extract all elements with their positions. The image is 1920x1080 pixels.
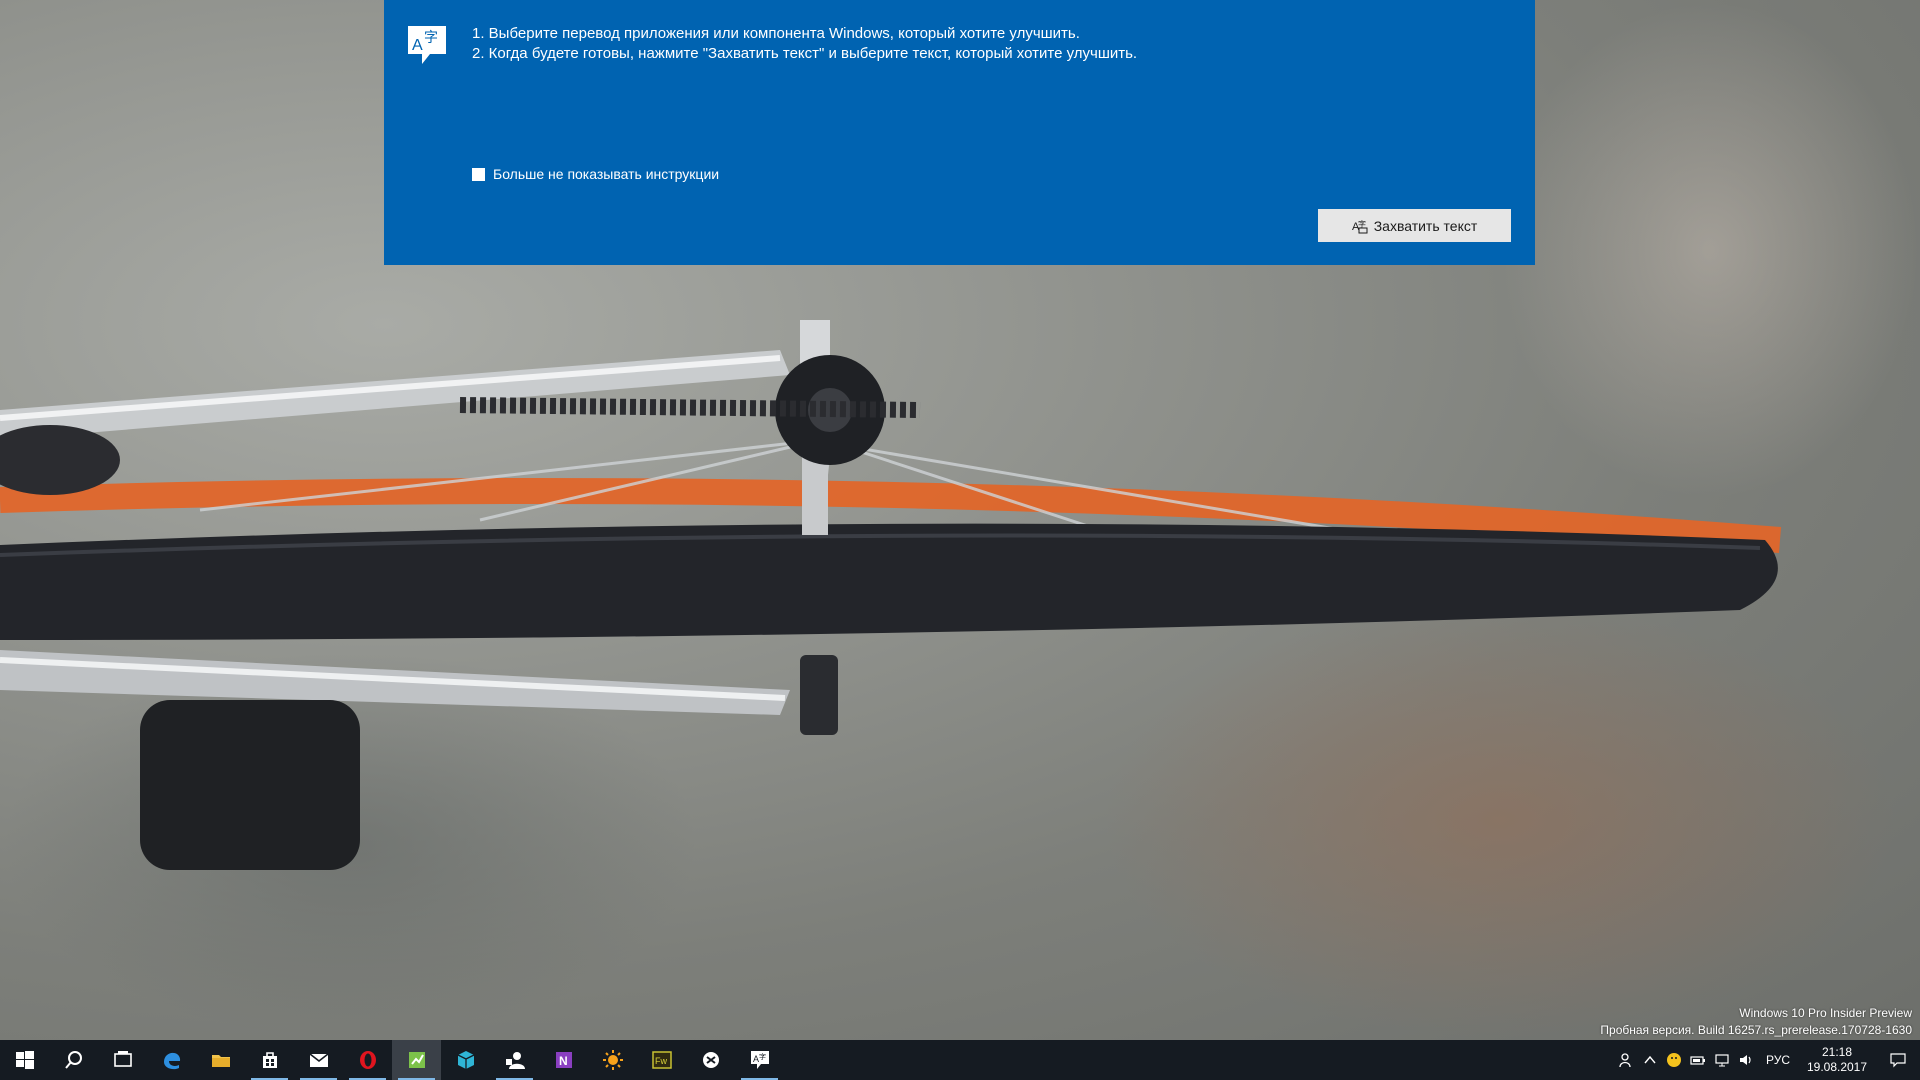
taskbar-app-fireworks[interactable]: Fw [637,1040,686,1080]
edge-icon [163,1052,180,1070]
taskbar-app-onenote[interactable]: N [539,1040,588,1080]
store-icon [262,1052,277,1068]
search-button[interactable] [49,1040,98,1080]
svg-text:字: 字 [759,1052,766,1061]
taskbar-app-mail[interactable] [294,1040,343,1080]
translate-icon: A 字 [406,24,448,66]
instruction-step-1: 1. Выберите перевод приложения или компо… [472,25,1080,42]
chevron-up-icon [1644,1055,1656,1064]
build-watermark: Windows 10 Pro Insider Preview Пробная в… [1600,1005,1912,1039]
capture-text-button[interactable]: A 字 Захватить текст [1318,209,1511,242]
show-hidden-icons-button[interactable] [1638,1040,1662,1080]
svg-text:N: N [559,1054,568,1068]
taskbar-app-snip[interactable] [686,1040,735,1080]
people-app-icon [505,1052,525,1069]
clock-date: 19.08.2017 [1806,1060,1868,1074]
taskbar-app-spreadsheet[interactable] [392,1040,441,1080]
dont-show-instructions-label[interactable]: Больше не показывать инструкции [493,166,719,182]
snip-app-icon [702,1052,719,1068]
clock[interactable]: 21:18 19.08.2017 [1798,1045,1876,1075]
task-view-icon [113,1051,132,1067]
taskbar-app-translator[interactable]: A字 [735,1040,784,1080]
dont-show-instructions-option[interactable]: Больше не показывать инструкции [472,166,719,182]
translator-app-icon: A字 [750,1051,769,1069]
start-button[interactable] [0,1040,49,1080]
people-tray-button[interactable] [1614,1040,1638,1080]
action-center-button[interactable] [1876,1040,1920,1080]
file-explorer-icon [211,1055,230,1067]
network-icon [1715,1054,1729,1067]
taskbar: N Fw A字 РУС 21:18 19.08.2017 [0,1040,1920,1080]
translator-instructions-panel: A 字 1. Выберите перевод приложения или к… [384,0,1535,265]
battery-button[interactable] [1686,1040,1710,1080]
taskbar-app-store[interactable] [245,1040,294,1080]
system-tray: РУС 21:18 19.08.2017 [1614,1040,1920,1080]
spreadsheet-app-icon [408,1052,425,1068]
task-view-button[interactable] [98,1040,147,1080]
volume-icon [1739,1055,1751,1065]
emoji-app-icon [1666,1053,1681,1067]
opera-icon [359,1051,376,1069]
taskbar-app-opera[interactable] [343,1040,392,1080]
battery-icon [1690,1056,1705,1065]
taskbar-app-sun[interactable] [588,1040,637,1080]
svg-text:Fw: Fw [655,1056,667,1066]
windows-start-icon [15,1051,34,1069]
taskbar-app-file-explorer[interactable] [196,1040,245,1080]
capture-text-label[interactable]: Захватить текст [1374,218,1478,234]
watermark-edition: Windows 10 Pro Insider Preview [1739,1006,1912,1020]
people-tray-icon [1619,1053,1631,1068]
instruction-step-2: 2. Когда будете готовы, нажмите "Захвати… [472,45,1138,62]
clock-time: 21:18 [1821,1045,1853,1059]
taskbar-app-people[interactable] [490,1040,539,1080]
mail-icon [309,1053,328,1067]
taskbar-app-cube[interactable] [441,1040,490,1080]
input-language-indicator[interactable]: РУС [1758,1053,1798,1067]
instructions-list: 1. Выберите перевод приложения или компо… [472,24,1137,64]
onenote-icon: N [555,1052,572,1068]
dont-show-instructions-checkbox[interactable] [472,167,485,181]
fireworks-icon: Fw [651,1051,672,1069]
sun-app-icon [602,1050,623,1070]
cube-app-icon [457,1051,474,1069]
search-icon [64,1051,82,1069]
watermark-build: Пробная версия. Build 16257.rs_prereleas… [1600,1023,1912,1037]
taskbar-app-edge[interactable] [147,1040,196,1080]
svg-text:A: A [412,37,423,54]
capture-text-icon: A 字 [1352,218,1368,234]
svg-text:字: 字 [424,30,438,46]
tray-app-button[interactable] [1662,1040,1686,1080]
network-button[interactable] [1710,1040,1734,1080]
volume-button[interactable] [1734,1040,1758,1080]
notification-icon [1890,1053,1906,1068]
